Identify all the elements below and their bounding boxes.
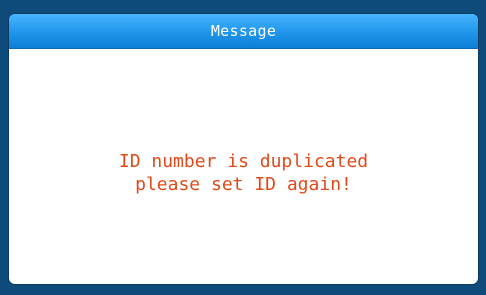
message-text: ID number is duplicated please set ID ag… — [119, 150, 368, 196]
dialog-titlebar: Message — [9, 14, 478, 49]
message-line-2: please set ID again! — [135, 173, 352, 195]
screen-frame: Message ID number is duplicated please s… — [0, 0, 486, 295]
dialog-body[interactable]: ID number is duplicated please set ID ag… — [9, 49, 478, 284]
message-line-1: ID number is duplicated — [118, 150, 369, 172]
dialog-title: Message — [210, 22, 277, 40]
message-dialog: Message ID number is duplicated please s… — [9, 14, 478, 284]
